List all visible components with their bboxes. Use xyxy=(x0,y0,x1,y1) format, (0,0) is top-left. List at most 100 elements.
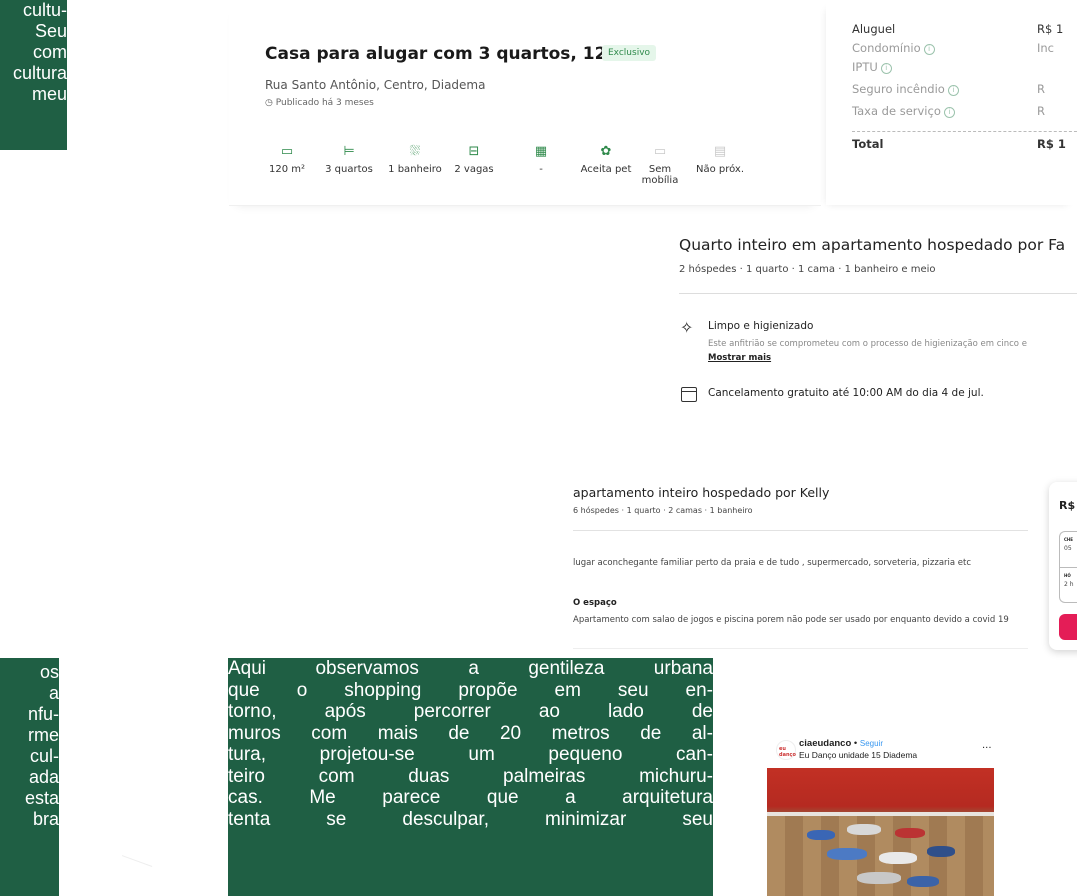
text-line: tura, projetou-se um pequeno can- xyxy=(228,744,713,765)
feature-pets: ✿ Aceita pet xyxy=(577,144,635,175)
exclusive-badge: Exclusivo xyxy=(602,45,657,61)
green-text-block-main: Aqui observamos a gentileza urbana que o shoppi… xyxy=(228,658,713,896)
guests-label: HÓ xyxy=(1064,573,1071,578)
feature-bedrooms: ⊨ 3 quartos xyxy=(319,144,379,175)
listing-card: Casa para alugar com 3 quartos, 120m² Ex… xyxy=(229,0,821,206)
checkin-value: 05 xyxy=(1064,545,1072,552)
text-line: que o shopping propõe em seu en- xyxy=(228,679,713,701)
feature-label: - xyxy=(539,164,543,175)
ig-header: ciaeudanco • Seguir xyxy=(799,738,883,749)
feature-label: Aceita pet xyxy=(580,164,632,175)
total-value: R$ 1 xyxy=(1037,137,1066,151)
divider xyxy=(1059,567,1077,568)
clock-icon: ◷ xyxy=(265,98,273,108)
text-line: ada xyxy=(28,767,59,787)
text-line: nfu- xyxy=(27,704,59,724)
feature-label: 120 m² xyxy=(269,164,306,175)
price-value: R xyxy=(1037,82,1045,96)
feature-label: 1 banheiro xyxy=(388,164,442,175)
shower-icon: ⛆ xyxy=(409,144,421,159)
text-line: os xyxy=(39,662,59,682)
guests-value: 2 h xyxy=(1064,581,1074,588)
text-line: torno, após percorrer ao lado de xyxy=(228,701,713,722)
avatar[interactable]: eu danço xyxy=(776,740,796,760)
text-line: tenta se desculpar, minimizar seu xyxy=(228,808,713,830)
ig-location[interactable]: Eu Danço unidade 15 Diadema xyxy=(799,750,917,760)
info-icon[interactable]: i xyxy=(880,63,892,74)
price-value: R xyxy=(1037,104,1045,118)
info-icon[interactable]: i xyxy=(923,44,935,55)
kelly-listing-subtitle: 6 hóspedes · 1 quarto · 2 camas · 1 banh… xyxy=(573,506,753,515)
room-subtitle: 2 hóspedes · 1 quarto · 1 cama · 1 banhe… xyxy=(679,264,936,275)
checkin-label: CHE xyxy=(1064,537,1074,542)
green-text-block-top-left: cultu- Seu com cultura meu xyxy=(0,0,67,150)
price-row-insurance: Seguro incêndio i R xyxy=(852,82,1077,96)
total-label: Total xyxy=(852,137,884,151)
booking-price: R$ xyxy=(1059,499,1076,512)
feature-bathrooms: ⛆ 1 banheiro xyxy=(384,144,446,175)
text-line: a xyxy=(48,683,59,703)
listing-address: Rua Santo Antônio, Centro, Diadema xyxy=(265,78,486,92)
text-line: Seu xyxy=(34,21,67,41)
sparkle-icon: ✧ xyxy=(680,318,694,337)
clean-title: Limpo e higienizado xyxy=(708,320,814,332)
feature-label: 2 vagas xyxy=(454,164,494,175)
bed-icon: ⊨ xyxy=(343,144,355,159)
price-summary-card: Aluguel R$ 1 Condomínio i Inc IPTU i Segur… xyxy=(826,0,1077,205)
decorative-mark xyxy=(115,855,153,884)
text-line: muros com mais de 20 metros de al- xyxy=(228,722,713,744)
text-line: esta xyxy=(24,788,59,808)
kelly-description: lugar aconchegante familiar perto da pra… xyxy=(573,558,972,568)
train-icon: ▤ xyxy=(713,144,727,159)
more-options-icon[interactable]: ... xyxy=(982,740,992,751)
feature-label: 3 quartos xyxy=(325,164,373,175)
feature-floor: ▦ - xyxy=(531,144,551,175)
paw-icon: ✿ xyxy=(600,144,612,159)
text-line: meu xyxy=(31,84,67,104)
text-line: com xyxy=(32,42,67,62)
kelly-listing-title: apartamento inteiro hospedado por Kelly xyxy=(573,485,830,500)
text-line: Aqui observamos a gentileza urbana xyxy=(228,658,713,679)
sofa-icon: ▭ xyxy=(653,144,667,159)
listing-title: Casa para alugar com 3 quartos, 120m² xyxy=(265,44,644,64)
divider xyxy=(573,530,1028,531)
price-row-condo: Condomínio i Inc xyxy=(852,41,1077,55)
price-row-rent: Aluguel R$ 1 xyxy=(852,22,1077,36)
price-label: IPTU xyxy=(852,60,878,74)
text-line: cultura xyxy=(12,63,67,83)
feature-parking: ⊟ 2 vagas xyxy=(452,144,496,175)
space-heading: O espaço xyxy=(573,598,617,608)
follow-button[interactable]: Seguir xyxy=(860,739,883,748)
clean-description: Este anfitrião se comprometeu com o proc… xyxy=(708,339,1027,349)
separator: • xyxy=(853,738,858,749)
ig-post-photo xyxy=(767,768,994,896)
calendar-icon xyxy=(681,387,697,402)
divider xyxy=(852,131,1077,132)
cancellation-policy: Cancelamento gratuito até 10:00 AM do di… xyxy=(708,387,984,399)
text-line: cas. Me parece que a arquitetura xyxy=(228,787,713,808)
car-icon: ⊟ xyxy=(468,144,480,159)
price-row-total: Total R$ 1 xyxy=(852,137,1077,151)
avatar-text: eu danço xyxy=(779,746,796,758)
ig-username[interactable]: ciaeudanco xyxy=(799,738,851,749)
feature-label: Sem mobília xyxy=(641,164,679,186)
text-line: teiro com duas palmeiras michuru- xyxy=(228,765,713,787)
divider xyxy=(679,293,1077,294)
feature-furniture: ▭ Sem mobília xyxy=(634,144,686,186)
show-more-link[interactable]: Mostrar mais xyxy=(708,353,771,363)
price-label: Seguro incêndio xyxy=(852,82,945,96)
published-info: ◷ Publicado há 3 meses xyxy=(265,98,374,108)
building-icon: ▦ xyxy=(534,144,548,159)
room-title: Quarto inteiro em apartamento hospedado … xyxy=(679,236,1066,254)
features-row: ▭ 120 m² ⊨ 3 quartos ⛆ 1 banheiro ⊟ 2 va… xyxy=(269,144,809,202)
price-label: Aluguel xyxy=(852,22,896,36)
text-line: rme xyxy=(28,725,59,745)
reserve-button[interactable] xyxy=(1059,614,1077,640)
info-icon[interactable]: i xyxy=(947,85,959,96)
published-text: Publicado há 3 meses xyxy=(275,98,374,108)
info-icon[interactable]: i xyxy=(943,107,955,118)
feature-label: Não próx. xyxy=(695,164,745,175)
text-line: cul- xyxy=(29,746,59,766)
text-line: cultu- xyxy=(22,0,67,20)
price-row-service-fee: Taxa de serviço i R xyxy=(852,104,1077,118)
